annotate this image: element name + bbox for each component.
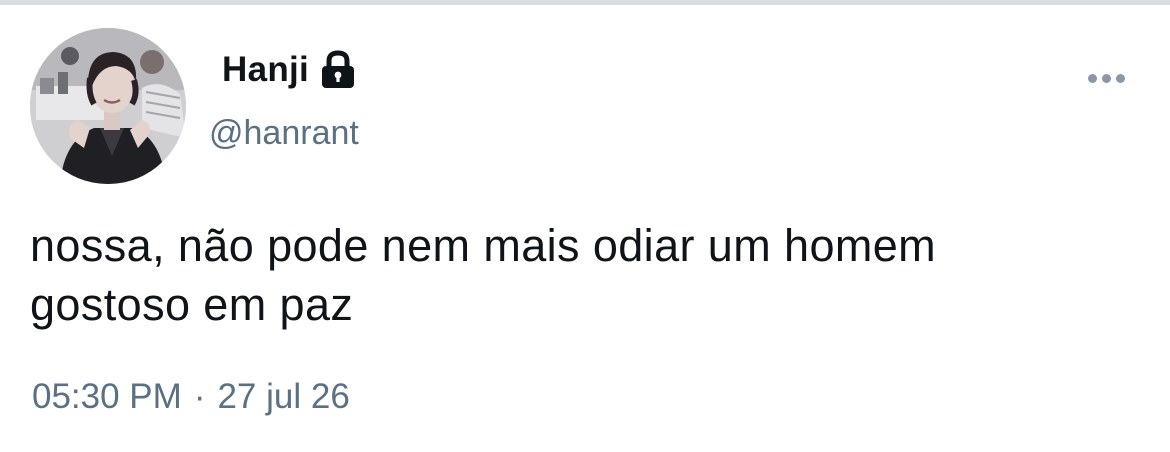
author-handle[interactable]: @hanrant — [209, 114, 359, 153]
more-horizontal-icon — [1087, 73, 1097, 83]
display-name[interactable]: Hanji — [222, 50, 309, 90]
avatar[interactable] — [30, 28, 186, 184]
tweet-text: nossa, não pode nem mais odiar um homem … — [30, 220, 937, 330]
tweet-timestamp[interactable]: 05:30 PM · 27 jul 26 — [32, 377, 350, 417]
tweet-time: 05:30 PM — [32, 377, 182, 416]
meta-separator: · — [193, 377, 206, 416]
avatar-photo — [30, 28, 186, 184]
tweet-date: 27 jul 26 — [217, 377, 350, 416]
top-divider — [0, 0, 1170, 5]
lock-icon — [319, 50, 357, 90]
author-name-row: Hanji — [222, 48, 357, 92]
more-options-button[interactable] — [1080, 60, 1132, 96]
